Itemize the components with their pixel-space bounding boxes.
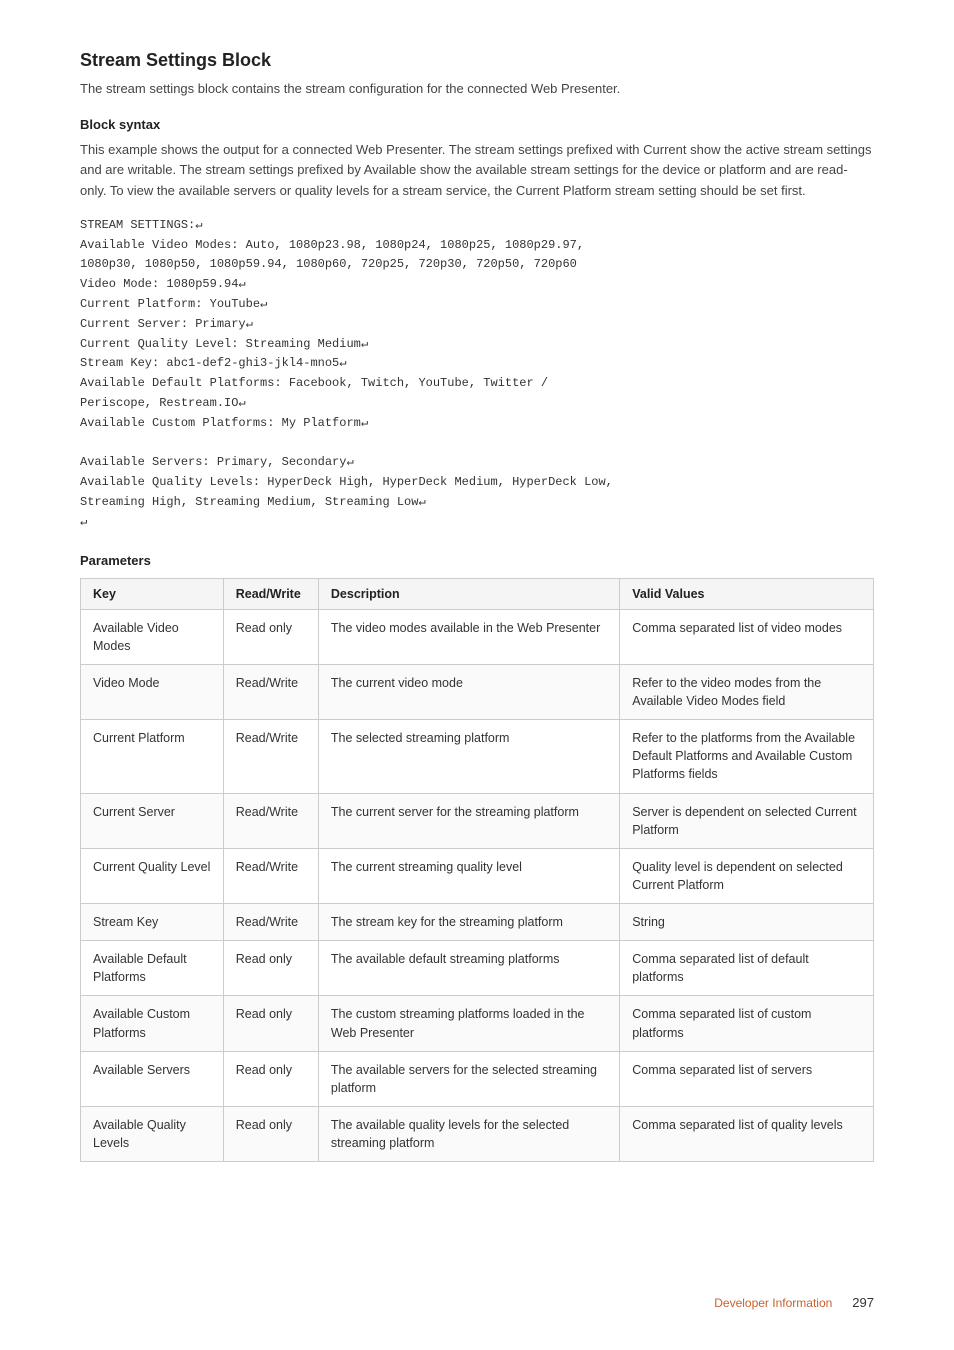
cell-desc: The available quality levels for the sel… — [318, 1106, 619, 1161]
cell-rw: Read/Write — [223, 904, 318, 941]
cell-valid: Comma separated list of custom platforms — [620, 996, 874, 1051]
cell-key: Video Mode — [81, 664, 224, 719]
developer-information-label: Developer Information — [714, 1296, 832, 1310]
table-header-desc: Description — [318, 578, 619, 609]
table-row: Available Custom PlatformsRead onlyThe c… — [81, 996, 874, 1051]
block-syntax-description: This example shows the output for a conn… — [80, 140, 874, 202]
cell-desc: The current video mode — [318, 664, 619, 719]
table-body: Available Video ModesRead onlyThe video … — [81, 609, 874, 1162]
table-row: Current Quality LevelRead/WriteThe curre… — [81, 848, 874, 903]
cell-rw: Read only — [223, 1051, 318, 1106]
cell-rw: Read/Write — [223, 793, 318, 848]
cell-key: Available Custom Platforms — [81, 996, 224, 1051]
cell-valid: Comma separated list of servers — [620, 1051, 874, 1106]
cell-valid: Comma separated list of default platform… — [620, 941, 874, 996]
cell-valid: Quality level is dependent on selected C… — [620, 848, 874, 903]
cell-key: Available Video Modes — [81, 609, 224, 664]
page-container: Stream Settings Block The stream setting… — [0, 0, 954, 1350]
table-header-key: Key — [81, 578, 224, 609]
cell-desc: The selected streaming platform — [318, 720, 619, 793]
table-row: Current PlatformRead/WriteThe selected s… — [81, 720, 874, 793]
cell-rw: Read only — [223, 996, 318, 1051]
cell-rw: Read only — [223, 941, 318, 996]
cell-valid: Refer to the video modes from the Availa… — [620, 664, 874, 719]
table-row: Available Default PlatformsRead onlyThe … — [81, 941, 874, 996]
parameters-heading: Parameters — [80, 553, 874, 568]
cell-valid: String — [620, 904, 874, 941]
table-row: Video ModeRead/WriteThe current video mo… — [81, 664, 874, 719]
cell-key: Available Servers — [81, 1051, 224, 1106]
footer: Developer Information 297 — [0, 1295, 954, 1310]
cell-rw: Read/Write — [223, 720, 318, 793]
cell-rw: Read only — [223, 1106, 318, 1161]
cell-valid: Comma separated list of quality levels — [620, 1106, 874, 1161]
cell-desc: The video modes available in the Web Pre… — [318, 609, 619, 664]
cell-desc: The current server for the streaming pla… — [318, 793, 619, 848]
code-block: STREAM SETTINGS:↵ Available Video Modes:… — [80, 216, 874, 533]
table-header-valid: Valid Values — [620, 578, 874, 609]
cell-key: Available Quality Levels — [81, 1106, 224, 1161]
cell-key: Current Quality Level — [81, 848, 224, 903]
page-number: 297 — [852, 1295, 874, 1310]
cell-desc: The current streaming quality level — [318, 848, 619, 903]
table-header-rw: Read/Write — [223, 578, 318, 609]
parameters-table: Key Read/Write Description Valid Values … — [80, 578, 874, 1163]
table-row: Stream KeyRead/WriteThe stream key for t… — [81, 904, 874, 941]
cell-valid: Comma separated list of video modes — [620, 609, 874, 664]
cell-valid: Refer to the platforms from the Availabl… — [620, 720, 874, 793]
cell-key: Current Platform — [81, 720, 224, 793]
section-title: Stream Settings Block — [80, 50, 874, 71]
cell-desc: The available servers for the selected s… — [318, 1051, 619, 1106]
table-row: Available Quality LevelsRead onlyThe ava… — [81, 1106, 874, 1161]
block-syntax-heading: Block syntax — [80, 117, 874, 132]
cell-rw: Read/Write — [223, 664, 318, 719]
section-description: The stream settings block contains the s… — [80, 79, 874, 99]
cell-desc: The available default streaming platform… — [318, 941, 619, 996]
cell-key: Available Default Platforms — [81, 941, 224, 996]
table-row: Available ServersRead onlyThe available … — [81, 1051, 874, 1106]
cell-key: Current Server — [81, 793, 224, 848]
cell-rw: Read only — [223, 609, 318, 664]
cell-rw: Read/Write — [223, 848, 318, 903]
table-row: Current ServerRead/WriteThe current serv… — [81, 793, 874, 848]
cell-desc: The custom streaming platforms loaded in… — [318, 996, 619, 1051]
cell-valid: Server is dependent on selected Current … — [620, 793, 874, 848]
table-row: Available Video ModesRead onlyThe video … — [81, 609, 874, 664]
cell-key: Stream Key — [81, 904, 224, 941]
cell-desc: The stream key for the streaming platfor… — [318, 904, 619, 941]
